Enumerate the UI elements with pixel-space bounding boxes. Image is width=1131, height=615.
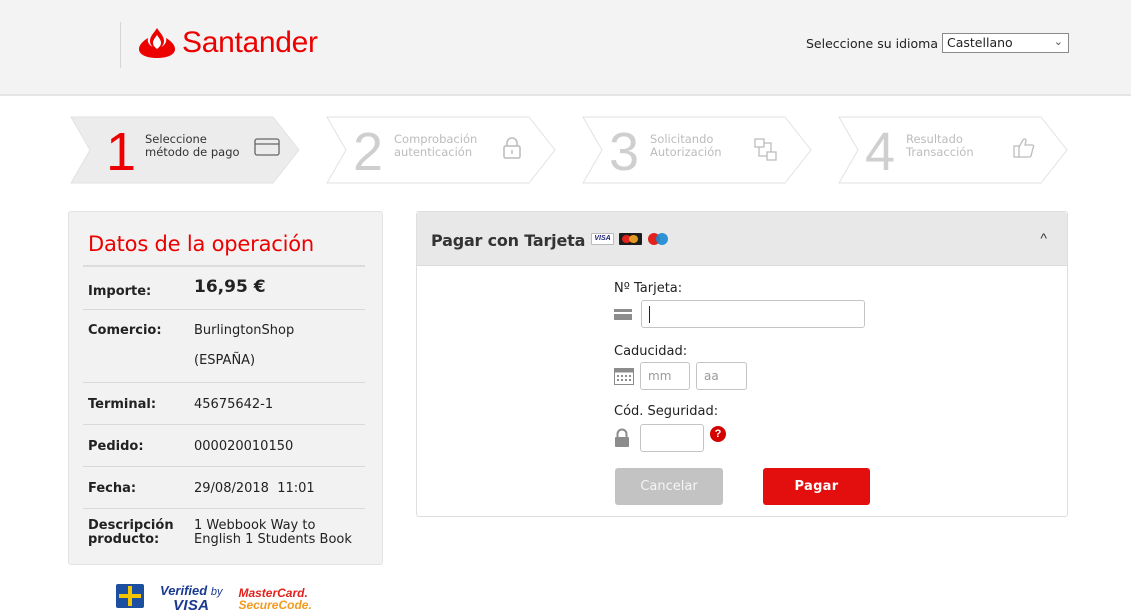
detail-label: Pedido: bbox=[88, 439, 144, 454]
terminal-value: 45675642-1 bbox=[194, 397, 274, 412]
pay-button[interactable]: Pagar bbox=[763, 468, 870, 505]
security-code-label: Cód. Seguridad: bbox=[614, 404, 719, 419]
detail-row-terminal: Terminal: 45675642-1 bbox=[83, 383, 365, 425]
detail-label: Fecha: bbox=[88, 481, 137, 496]
card-number-input[interactable] bbox=[641, 300, 865, 328]
month-placeholder: mm bbox=[648, 369, 672, 383]
detail-label: Importe: bbox=[88, 284, 152, 299]
expiry-year-input[interactable]: aa bbox=[696, 362, 747, 390]
detail-row-order: Pedido: 000020010150 bbox=[83, 425, 365, 467]
step-label: Comprobación autenticación bbox=[394, 133, 477, 159]
visa-card-icon: VISA bbox=[591, 233, 614, 245]
secure-payment-logos: Verified by VISA MasterCard. SecureCode. bbox=[116, 583, 312, 614]
description-line2: English 1 Students Book bbox=[194, 532, 352, 547]
thumbs-up-icon bbox=[1013, 138, 1035, 158]
mastercard-card-icon bbox=[619, 233, 642, 245]
detail-row-merchant: Comercio: BurlingtonShop (ESPAÑA) bbox=[83, 310, 365, 383]
order-value: 000020010150 bbox=[194, 439, 294, 454]
flame-icon bbox=[139, 28, 175, 58]
expiry-month-input[interactable]: mm bbox=[640, 362, 690, 390]
year-placeholder: aa bbox=[704, 369, 719, 383]
merchant-name: BurlingtonShop bbox=[194, 323, 295, 338]
step-number: 1 bbox=[106, 122, 137, 182]
step-label-line2: Transacción bbox=[906, 145, 974, 159]
detail-row-date: Fecha: 29/08/2018 11:01 bbox=[83, 467, 365, 509]
language-label: Seleccione su idioma bbox=[805, 35, 938, 51]
divider bbox=[83, 265, 365, 267]
step-number: 2 bbox=[353, 122, 384, 182]
mastercard-securecode-logo: MasterCard. SecureCode. bbox=[238, 587, 311, 611]
card-payment-panel: Pagar con Tarjeta VISA ^ Nº Tarjeta: Cad… bbox=[416, 211, 1068, 517]
calendar-icon bbox=[614, 368, 634, 385]
step-label: Solicitando Autorización bbox=[650, 133, 722, 159]
step-number: 3 bbox=[609, 122, 640, 182]
network-icon bbox=[754, 138, 777, 161]
step-4: 4 Resultado Transacción bbox=[838, 116, 1068, 184]
vbv-visa: VISA bbox=[173, 597, 210, 614]
progress-steps: 1 Seleccione método de pago 2 Comprobaci… bbox=[70, 116, 1070, 184]
vbv-by: by bbox=[210, 586, 223, 598]
detail-row-amount: Importe: 16,95 € bbox=[83, 268, 365, 310]
step-label: Resultado Transacción bbox=[906, 133, 974, 159]
lock-icon bbox=[503, 137, 521, 159]
verified-by-visa-logo: Verified by VISA bbox=[160, 583, 223, 614]
maestro-card-icon bbox=[647, 233, 670, 245]
language-select[interactable]: Castellano ⌄ bbox=[942, 33, 1069, 53]
amount-value: 16,95 € bbox=[194, 277, 266, 297]
date-value: 29/08/2018 11:01 bbox=[194, 481, 315, 496]
step-number: 4 bbox=[865, 122, 896, 182]
detail-label: Comercio: bbox=[88, 323, 162, 338]
help-icon[interactable]: ? bbox=[710, 426, 726, 442]
card-payment-header[interactable]: Pagar con Tarjeta VISA ^ bbox=[417, 212, 1067, 266]
step-2: 2 Comprobación autenticación bbox=[326, 116, 556, 184]
operation-details-panel: Datos de la operación Importe: 16,95 € C… bbox=[68, 211, 383, 565]
chevron-down-icon: ⌄ bbox=[1053, 35, 1063, 48]
language-selected-value: Castellano bbox=[947, 35, 1013, 50]
card-payment-title: Pagar con Tarjeta bbox=[431, 231, 586, 250]
header: Santander Seleccione su idioma Castellan… bbox=[0, 0, 1131, 96]
santander-logo[interactable]: Santander bbox=[138, 26, 318, 60]
security-code-input[interactable] bbox=[640, 424, 704, 452]
step-label-line2: Autorización bbox=[650, 145, 722, 159]
brand-name: Santander bbox=[182, 26, 318, 59]
description-line1: 1 Webbook Way to bbox=[194, 518, 316, 533]
card-number-label: Nº Tarjeta: bbox=[614, 281, 683, 296]
detail-label-line1: Descripción bbox=[88, 518, 174, 533]
detail-row-description: Descripción producto: 1 Webbook Way to E… bbox=[83, 509, 365, 555]
step-label: Seleccione método de pago bbox=[145, 133, 240, 159]
lock-icon bbox=[615, 428, 629, 447]
card-number-icon bbox=[614, 309, 632, 320]
step-1: 1 Seleccione método de pago bbox=[70, 116, 300, 184]
accepted-cards: VISA bbox=[591, 233, 670, 245]
detail-label-line2: producto: bbox=[88, 532, 160, 547]
text-caret bbox=[649, 306, 650, 323]
language-selector: Seleccione su idioma Castellano ⌄ bbox=[806, 33, 1069, 53]
expiry-label: Caducidad: bbox=[614, 344, 688, 359]
logo-divider bbox=[120, 22, 121, 68]
collapse-chevron-icon[interactable]: ^ bbox=[1040, 230, 1047, 246]
step-label-line2: autenticación bbox=[394, 145, 473, 159]
mc-line2: SecureCode. bbox=[238, 598, 312, 612]
merchant-country: (ESPAÑA) bbox=[194, 353, 256, 368]
operation-title: Datos de la operación bbox=[88, 232, 314, 256]
4b-network-logo bbox=[116, 584, 144, 608]
credit-card-icon bbox=[254, 138, 280, 156]
step-label-line2: método de pago bbox=[145, 145, 240, 159]
vbv-verified: Verified bbox=[160, 583, 208, 598]
cancel-button[interactable]: Cancelar bbox=[615, 468, 723, 505]
step-3: 3 Solicitando Autorización bbox=[582, 116, 812, 184]
detail-label: Terminal: bbox=[88, 397, 157, 412]
